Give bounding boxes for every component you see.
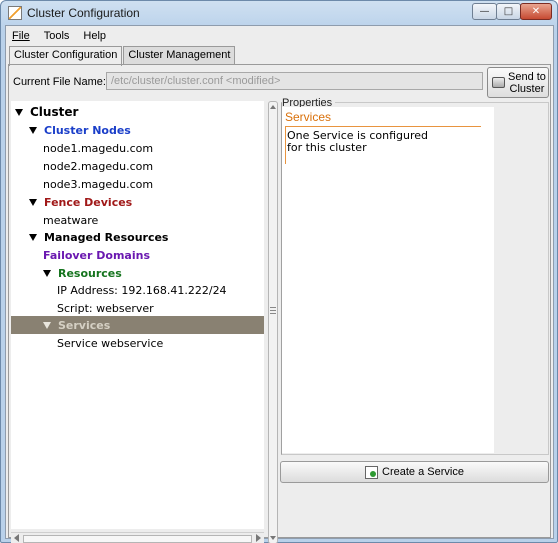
tree-node[interactable]: node3.magedu.com xyxy=(11,175,264,193)
menu-file-label: File xyxy=(12,29,30,42)
title-bar[interactable]: Cluster Configuration — □ ✕ xyxy=(1,1,557,25)
tree-node-label: node1.magedu.com xyxy=(43,141,154,155)
scroll-left-arrow-icon[interactable] xyxy=(14,534,19,542)
properties-description: One Service is configured for this clust… xyxy=(287,129,428,154)
create-service-icon xyxy=(365,465,379,479)
tree-node-label: Services xyxy=(58,318,111,332)
tree-node[interactable]: Failover Domains xyxy=(11,246,264,264)
tree-node-label: Cluster xyxy=(30,105,79,119)
create-service-label: Create a Service xyxy=(382,466,464,478)
tree-node-label: Managed Resources xyxy=(44,230,169,244)
tree-node-label: IP Address: 192.168.41.222/24 xyxy=(57,283,227,297)
scroll-up-arrow-icon[interactable] xyxy=(270,105,276,109)
expander-arrow-icon[interactable] xyxy=(15,108,23,116)
splitter-grip-icon[interactable] xyxy=(270,307,276,314)
tree-node[interactable]: Cluster xyxy=(11,103,264,121)
tree-node-label: Script: webserver xyxy=(57,301,154,315)
menu-help[interactable]: Help xyxy=(83,30,106,42)
tree-node[interactable]: Service webservice xyxy=(11,334,264,352)
tree-node[interactable]: Cluster Nodes xyxy=(11,121,264,139)
maximize-icon: □ xyxy=(503,5,514,17)
current-file-label: Current File Name: xyxy=(13,76,106,88)
minimize-icon: — xyxy=(479,5,490,17)
menu-file[interactable]: File xyxy=(12,30,30,42)
app-window: Cluster Configuration — □ ✕ File Tools H… xyxy=(0,0,558,543)
send-label-line1: Send to xyxy=(508,70,546,83)
scroll-down-arrow-icon[interactable] xyxy=(270,536,276,540)
menu-tools-label: Tools xyxy=(43,29,70,42)
cluster-configuration-panel: Current File Name: /etc/cluster/cluster.… xyxy=(8,64,551,543)
send-to-cluster-label: Send to Cluster xyxy=(508,71,546,95)
maximize-button[interactable]: □ xyxy=(496,3,521,20)
tree-node-label: meatware xyxy=(43,213,99,227)
tree-node[interactable]: Resources xyxy=(11,264,264,282)
tree-node-label: Cluster Nodes xyxy=(44,123,131,137)
close-button[interactable]: ✕ xyxy=(520,3,552,20)
expander-arrow-icon[interactable] xyxy=(29,233,37,241)
tree-horizontal-scrollbar[interactable] xyxy=(11,532,264,543)
properties-accent-bar xyxy=(285,127,286,164)
minimize-button[interactable]: — xyxy=(472,3,497,20)
tree-node[interactable]: Managed Resources xyxy=(11,228,264,246)
send-cluster-icon xyxy=(492,77,505,88)
tree-node[interactable]: Fence Devices xyxy=(11,193,264,211)
scroll-right-arrow-icon[interactable] xyxy=(256,534,261,542)
menu-help-label: Help xyxy=(83,29,107,42)
expander-arrow-icon[interactable] xyxy=(43,269,51,277)
tree-node[interactable]: Script: webserver xyxy=(11,299,264,317)
send-to-cluster-button[interactable]: Send to Cluster xyxy=(487,67,549,98)
expander-arrow-icon[interactable] xyxy=(29,198,37,206)
window-client: File Tools Help Cluster Configuration Cl… xyxy=(5,25,554,543)
tab-cluster-management[interactable]: Cluster Management xyxy=(123,46,236,65)
window-title: Cluster Configuration xyxy=(27,6,140,20)
tree-node-label: Failover Domains xyxy=(43,248,150,262)
tree-node-label: node2.magedu.com xyxy=(43,159,154,173)
tree-node[interactable]: meatware xyxy=(11,211,264,229)
tree-node-label: Fence Devices xyxy=(44,195,133,209)
tree-node-label: node3.magedu.com xyxy=(43,177,154,191)
menu-bar: File Tools Help xyxy=(6,26,553,45)
expander-arrow-icon[interactable] xyxy=(29,126,37,134)
menu-tools[interactable]: Tools xyxy=(44,30,70,42)
tree-node-label: Service webservice xyxy=(57,336,164,350)
close-icon: ✕ xyxy=(531,5,541,17)
create-service-button[interactable]: Create a Service xyxy=(280,461,549,483)
tree-node[interactable]: node1.magedu.com xyxy=(11,139,264,157)
send-label-line2: Cluster xyxy=(509,82,545,95)
pane-splitter[interactable] xyxy=(268,101,278,543)
expander-arrow-icon[interactable] xyxy=(43,321,51,329)
current-file-field[interactable]: /etc/cluster/cluster.conf <modified> xyxy=(106,72,483,90)
tree-node-label: Resources xyxy=(58,266,122,280)
properties-content xyxy=(282,107,494,453)
cluster-tree[interactable]: Cluster Cluster Nodes node1.magedu.com node… xyxy=(11,101,264,529)
tree-node[interactable]: Services xyxy=(11,316,264,334)
scroll-track[interactable] xyxy=(23,535,252,543)
app-icon xyxy=(8,6,22,20)
properties-heading: Services xyxy=(285,110,332,124)
tree-node[interactable]: node2.magedu.com xyxy=(11,157,264,175)
tab-cluster-configuration[interactable]: Cluster Configuration xyxy=(9,46,123,66)
tab-bar: Cluster Configuration Cluster Management xyxy=(9,46,236,66)
properties-heading-rule xyxy=(285,126,481,127)
tree-node[interactable]: IP Address: 192.168.41.222/24 xyxy=(11,281,264,299)
